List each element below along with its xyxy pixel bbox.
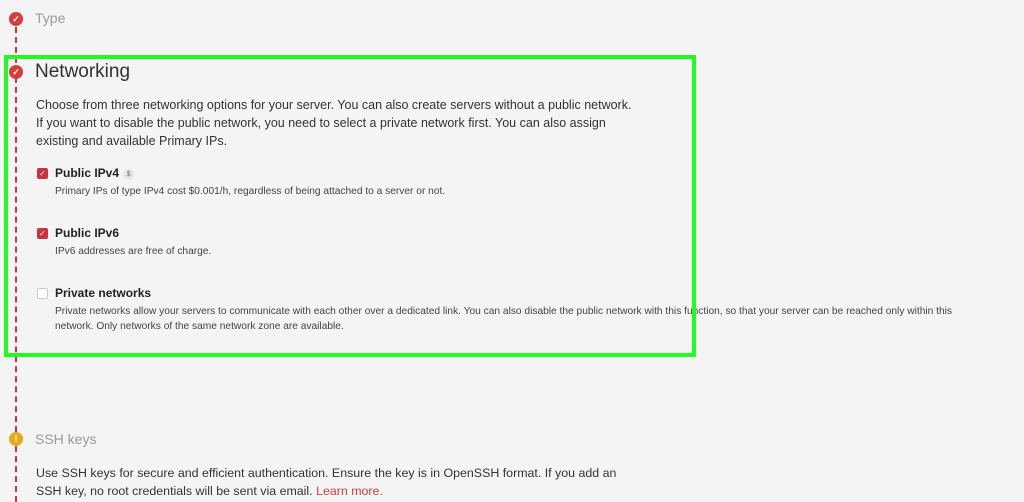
- learn-more-link[interactable]: Learn more.: [316, 484, 383, 498]
- step-title-type[interactable]: Type: [35, 10, 65, 26]
- ssh-keys-description: Use SSH keys for secure and efficient au…: [36, 464, 636, 500]
- highlight-box: [4, 55, 696, 357]
- step-complete-icon: ✓: [9, 12, 23, 26]
- step-title-ssh-keys[interactable]: SSH keys: [35, 431, 96, 447]
- step-warning-icon: !: [9, 432, 23, 446]
